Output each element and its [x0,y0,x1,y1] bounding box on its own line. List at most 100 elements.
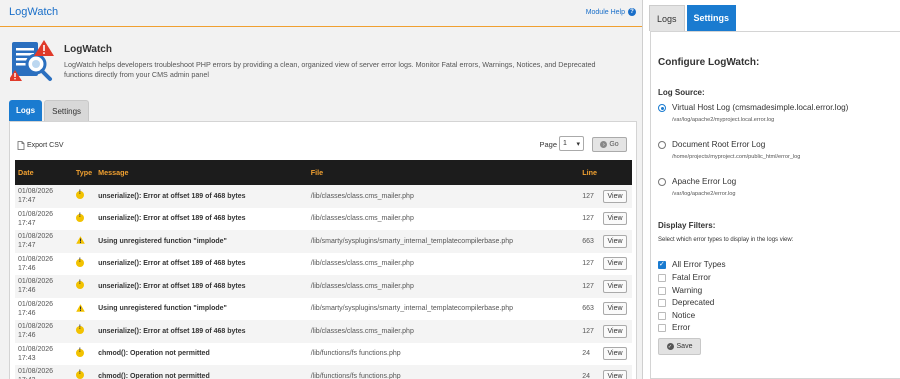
cell-line: 127 [579,252,600,275]
cell-message: chmod(): Operation not permitted [95,365,308,379]
column-header-date[interactable]: Date [15,160,73,185]
checkbox[interactable] [658,287,666,295]
go-button[interactable]: › Go [592,137,627,152]
log-source-name: Document Root Error Log [672,140,766,149]
logs-pane: LogWatch Module Help ? LogWatch LogWatch… [0,0,643,379]
cell-line: 663 [579,230,600,253]
view-button[interactable]: View [603,212,627,226]
tab-settings[interactable]: Settings [44,100,90,121]
module-description: LogWatch helps developers troubleshoot P… [64,60,596,79]
checkbox[interactable] [658,312,666,320]
view-button[interactable]: View [603,257,627,271]
column-header-actions [600,160,632,185]
checkbox[interactable] [658,299,666,307]
cell-type [72,275,96,298]
view-button[interactable]: View [603,369,627,379]
view-button[interactable]: View [603,189,627,203]
cell-type [72,185,96,208]
cell-file: /lib/classes/class.cms_mailer.php [307,207,580,230]
cell-message: chmod(): Operation not permitted [95,342,308,365]
table-header-row: Date Type Message File Line [15,160,632,185]
cell-actions: View [600,365,632,379]
checkbox[interactable] [658,324,666,332]
time-value: 17:46 [18,332,36,340]
view-button[interactable]: View [603,347,627,361]
tab-settings[interactable]: Settings [686,5,737,31]
time-value: 17:47 [18,242,36,250]
page-select[interactable]: 1 ▾ [559,136,584,151]
export-csv-link[interactable]: Export CSV [17,141,64,150]
log-rows: 01/08/202617:47unserialize(): Error at o… [15,185,632,379]
cell-line: 127 [579,275,600,298]
time-value: 17:47 [18,197,36,205]
cell-type [72,320,96,343]
cell-message: Using unregistered function "implode" [95,230,308,253]
column-header-type[interactable]: Type [72,160,96,185]
cell-message: unserialize(): Error at offset 189 of 46… [95,275,308,298]
cell-actions: View [600,185,632,208]
filter-label: All Error Types [672,260,726,269]
table-row: 01/08/202617:47 unserialize(): Error at o… [15,207,632,230]
checkbox[interactable] [658,274,666,282]
cell-message: unserialize(): Error at offset 189 of 46… [95,207,308,230]
time-value: 17:47 [18,219,36,227]
save-button-label: Save [676,343,693,350]
cell-date: 01/08/202617:43 [15,342,73,365]
cell-type [72,252,96,275]
filter-label: Fatal Error [672,273,711,282]
cell-type [72,207,96,230]
tab-logs[interactable]: Logs [649,5,685,31]
time-value: 17:46 [18,309,36,317]
settings-pane: Logs Settings Configure LogWatch: Log So… [644,0,900,379]
cell-file: /lib/functions/fs functions.php [307,365,580,379]
checkbox[interactable] [658,260,666,269]
cell-actions: View [600,342,632,365]
notice-circle-icon [75,348,84,357]
app-title-link[interactable]: LogWatch [9,6,58,18]
cell-file: /lib/smarty/sysplugins/smarty_internal_t… [307,230,580,253]
view-button[interactable]: View [603,302,627,316]
module-help-link[interactable]: Module Help ? [586,8,636,16]
go-button-label: Go [609,141,619,148]
date-value: 01/08/2026 [18,368,54,376]
column-header-message[interactable]: Message [95,160,308,185]
module-help-label: Module Help [585,8,625,16]
log-source-path: /var/log/apache2/myproject.local.error.l… [672,117,775,123]
cell-type [72,365,96,379]
filter-label: Notice [672,311,696,320]
date-value: 01/08/2026 [18,278,54,286]
chevron-down-icon: ▾ [576,140,580,148]
view-button[interactable]: View [603,234,627,248]
view-button[interactable]: View [603,324,627,338]
table-row: 01/08/202617:43 chmod(): Operation not pe… [15,342,632,365]
table-row: 01/08/202617:47 unserialize(): Error at o… [15,185,632,208]
column-header-file[interactable]: File [307,160,580,185]
time-value: 17:46 [18,264,36,272]
notice-circle-icon [75,280,84,290]
check-circle-icon: ✓ [666,343,674,350]
date-value: 01/08/2026 [18,300,54,308]
top-bar: LogWatch Module Help ? [0,0,642,27]
cell-file: /lib/classes/class.cms_mailer.php [307,275,580,298]
time-value: 17:43 [18,354,36,362]
cell-date: 01/08/2026 17:46 [15,275,73,298]
cell-file: /lib/functions/fs functions.php [307,342,580,365]
radio-button[interactable] [658,141,666,149]
table-row: 01/08/2026 17:47 Using unregistered functi… [15,230,632,253]
warning-triangle-icon [76,236,85,244]
cell-actions: View [600,207,632,230]
save-button[interactable]: ✓ Save [658,338,701,355]
view-button[interactable]: View [603,279,627,293]
radio-button[interactable] [658,104,666,112]
cell-message: unserialize(): Error at offset 189 of 46… [95,185,308,208]
cell-actions: View [600,320,632,343]
cell-file: /lib/classes/class.cms_mailer.php [307,185,580,208]
date-value: 01/08/2026 [18,210,54,218]
logwatch-document-magnifier-icon [10,40,54,81]
logs-panel: Export CSV Page 1 ▾ › Go Date Type Messa… [9,121,637,379]
page-select-value: 1 [563,140,567,147]
radio-button[interactable] [658,178,666,186]
column-header-line[interactable]: Line [579,160,600,185]
cell-actions: View [600,252,632,275]
tab-logs[interactable]: Logs [9,100,43,121]
